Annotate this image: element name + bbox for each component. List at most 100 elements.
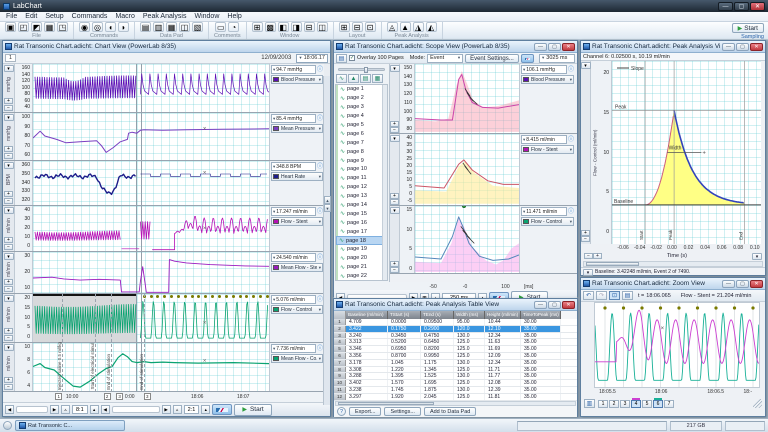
channel-value-select[interactable]: ▾7.736 ml/min — [271, 344, 316, 353]
comment-flag[interactable]: 1 — [55, 393, 62, 400]
scope-page-item[interactable]: ∿page 19 — [336, 245, 387, 254]
channel-plot[interactable] — [33, 64, 269, 112]
channel-menu-button[interactable]: ▾ — [4, 114, 14, 121]
open-file-icon[interactable]: ◰ — [18, 22, 29, 32]
channel-name-select[interactable]: Heart Rate▾ — [271, 172, 323, 181]
channel-name-select[interactable]: Flow - Control▾ — [271, 305, 323, 314]
table-row[interactable]: 33.2400.34500.4750130.012.3435.00 — [334, 333, 577, 340]
peak-table-icon[interactable]: ◮ — [413, 22, 424, 32]
scale-minus-button[interactable]: − — [390, 267, 399, 273]
scale-plus-button[interactable]: + — [4, 279, 13, 285]
plot-menu-button[interactable]: ▾ — [390, 207, 400, 214]
pages-scrollbar[interactable] — [382, 85, 387, 280]
start-block-icon[interactable]: ◖ — [105, 22, 116, 32]
channel-value-select[interactable]: ▾348.8 BPM — [271, 162, 316, 171]
scale-plus-button[interactable]: + — [4, 237, 13, 243]
plot-name-select[interactable]: Blood Pressure▾ — [521, 75, 574, 84]
menu-edit[interactable]: Edit — [21, 13, 41, 20]
channel-value-select[interactable]: ▾94.7 mmHg — [271, 65, 316, 74]
end-block-icon[interactable]: ◗ — [118, 22, 129, 32]
channel-list-icon[interactable]: ▥ — [584, 399, 595, 408]
channel-plot[interactable]: × — [33, 294, 269, 342]
scope-page-item[interactable]: ∿page 4 — [336, 112, 387, 121]
table-column-header[interactable]: TimeToPeak (ms) — [521, 311, 561, 319]
save-file-icon[interactable]: ◩ — [31, 22, 42, 32]
tile-horizontal-icon[interactable]: ⊞ — [339, 22, 350, 32]
scope-page-item[interactable]: ∿page 16 — [336, 218, 387, 227]
peak-window-title-bar[interactable]: Rat Transonic Chart.adicht: Peak Analysi… — [581, 41, 765, 53]
chart-thumbnail-button[interactable] — [212, 404, 232, 415]
plot-value-select[interactable]: ▾106.1 mmHg — [521, 65, 567, 74]
status-menu-button[interactable]: ▾ — [583, 269, 593, 276]
peak-menu-button[interactable]: ▾ — [581, 62, 591, 69]
scale-minus-button[interactable]: − — [4, 286, 13, 292]
zoom-window-title-bar[interactable]: Rat Transonic Chart.adicht: Zoom View — … — [581, 278, 765, 290]
show-comments-icon[interactable]: ◔ — [228, 22, 239, 32]
zoom-channel-button-5[interactable]: 5 — [642, 400, 652, 408]
scope-image-button[interactable] — [521, 54, 534, 63]
scope-window-icon[interactable]: ◧ — [278, 22, 289, 32]
peak-refresh-icon[interactable]: ◭ — [426, 22, 437, 32]
channel-menu-button[interactable]: ▾ — [4, 253, 14, 260]
channel-plot[interactable]: × — [33, 343, 269, 391]
table-row[interactable]: 93.2881.3951.525130.011.7735.00 — [334, 373, 577, 380]
table-column-header[interactable]: TStart (s) — [388, 311, 421, 319]
chart-vertical-scrollbar[interactable]: ▲ ▼ — [323, 76, 330, 405]
channel-name-select[interactable]: Mean Flow - Stent▾ — [271, 263, 323, 272]
menu-macro[interactable]: Macro — [111, 13, 138, 20]
plot-menu-button[interactable]: ▾ — [390, 135, 400, 142]
scale-plus-button[interactable]: + — [4, 98, 13, 104]
scale-minus-button[interactable]: − — [4, 244, 13, 250]
zoom-channel-button-7[interactable]: 7 — [664, 400, 674, 408]
help-icon[interactable]: ? — [337, 407, 346, 416]
scope-page-item[interactable]: ∿page 2 — [336, 94, 387, 103]
channel-info-icon[interactable]: ⓘ — [568, 67, 574, 73]
scale-minus-button[interactable]: − — [390, 127, 399, 133]
plot-name-select[interactable]: Flow - Control▾ — [521, 217, 574, 226]
zoom-channel-button-6[interactable]: 6 — [653, 400, 663, 408]
scope-page-item[interactable]: ∿page 21 — [336, 263, 387, 272]
maximize-button[interactable]: ▢ — [548, 43, 561, 51]
scale-plus-button[interactable]: + — [4, 146, 13, 152]
datapad-add-icon[interactable]: ▥ — [153, 22, 164, 32]
close-button[interactable]: ✕ — [562, 43, 575, 51]
channel-menu-button[interactable]: ▾ — [4, 162, 14, 169]
comment-flag[interactable]: 3 — [116, 393, 123, 400]
comment-flag[interactable]: 3 — [144, 393, 151, 400]
compress-left-button[interactable]: ▵ — [61, 405, 70, 414]
channel-plot[interactable]: × — [33, 161, 269, 205]
scale-minus-button[interactable]: − — [4, 198, 13, 204]
table-row[interactable]: 123.2971.9202.045125.011.8135.00 — [334, 394, 577, 401]
scope-plot[interactable] — [415, 64, 519, 133]
pages-grid-button[interactable]: ▦ — [372, 74, 383, 83]
minimize-button[interactable]: — — [722, 280, 735, 288]
undo-zoom-icon[interactable]: ↶ — [583, 291, 594, 300]
add-to-datapad-button[interactable]: Add to Data Pad — [424, 407, 476, 416]
menu-commands[interactable]: Commands — [68, 13, 112, 20]
add-comment-icon[interactable]: ▭ — [215, 22, 226, 32]
channel-menu-button[interactable]: ▾ — [4, 207, 14, 214]
table-row[interactable]: 73.1781.0451.175130.012.3435.00 — [334, 360, 577, 367]
right-ratio[interactable]: 2:1 — [184, 405, 200, 414]
channel-plot[interactable]: × — [33, 113, 269, 160]
menu-file[interactable]: File — [2, 13, 21, 20]
print-icon[interactable]: ▦ — [44, 22, 55, 32]
menu-peak-analysis[interactable]: Peak Analysis — [139, 13, 191, 20]
channel-plot[interactable] — [33, 252, 269, 293]
scale-minus-button[interactable]: − — [390, 199, 399, 205]
close-button[interactable]: ✕ — [562, 301, 575, 309]
zoom-channel-button-1[interactable]: 1 — [598, 400, 608, 408]
channel-info-icon[interactable]: ⓘ — [568, 209, 574, 215]
scope-page-item[interactable]: ∿page 3 — [336, 103, 387, 112]
zoom-plot[interactable]: × — [594, 302, 760, 388]
copy-window-icon[interactable]: ◫ — [317, 22, 328, 32]
shrink-x-button[interactable]: − — [584, 253, 593, 259]
maximize-button[interactable]: ▢ — [736, 280, 749, 288]
start-sampling-button[interactable]: ▶Start — [732, 23, 764, 33]
zoom-out-button[interactable]: − — [581, 236, 590, 242]
pages-list-button[interactable]: ▤ — [360, 74, 371, 83]
channel-menu-button[interactable]: ▾ — [4, 295, 14, 302]
left-ratio[interactable]: 8:1 — [72, 405, 88, 414]
scope-page-item[interactable]: ∿page 11 — [336, 174, 387, 183]
scope-page-item[interactable]: ∿page 7 — [336, 138, 387, 147]
